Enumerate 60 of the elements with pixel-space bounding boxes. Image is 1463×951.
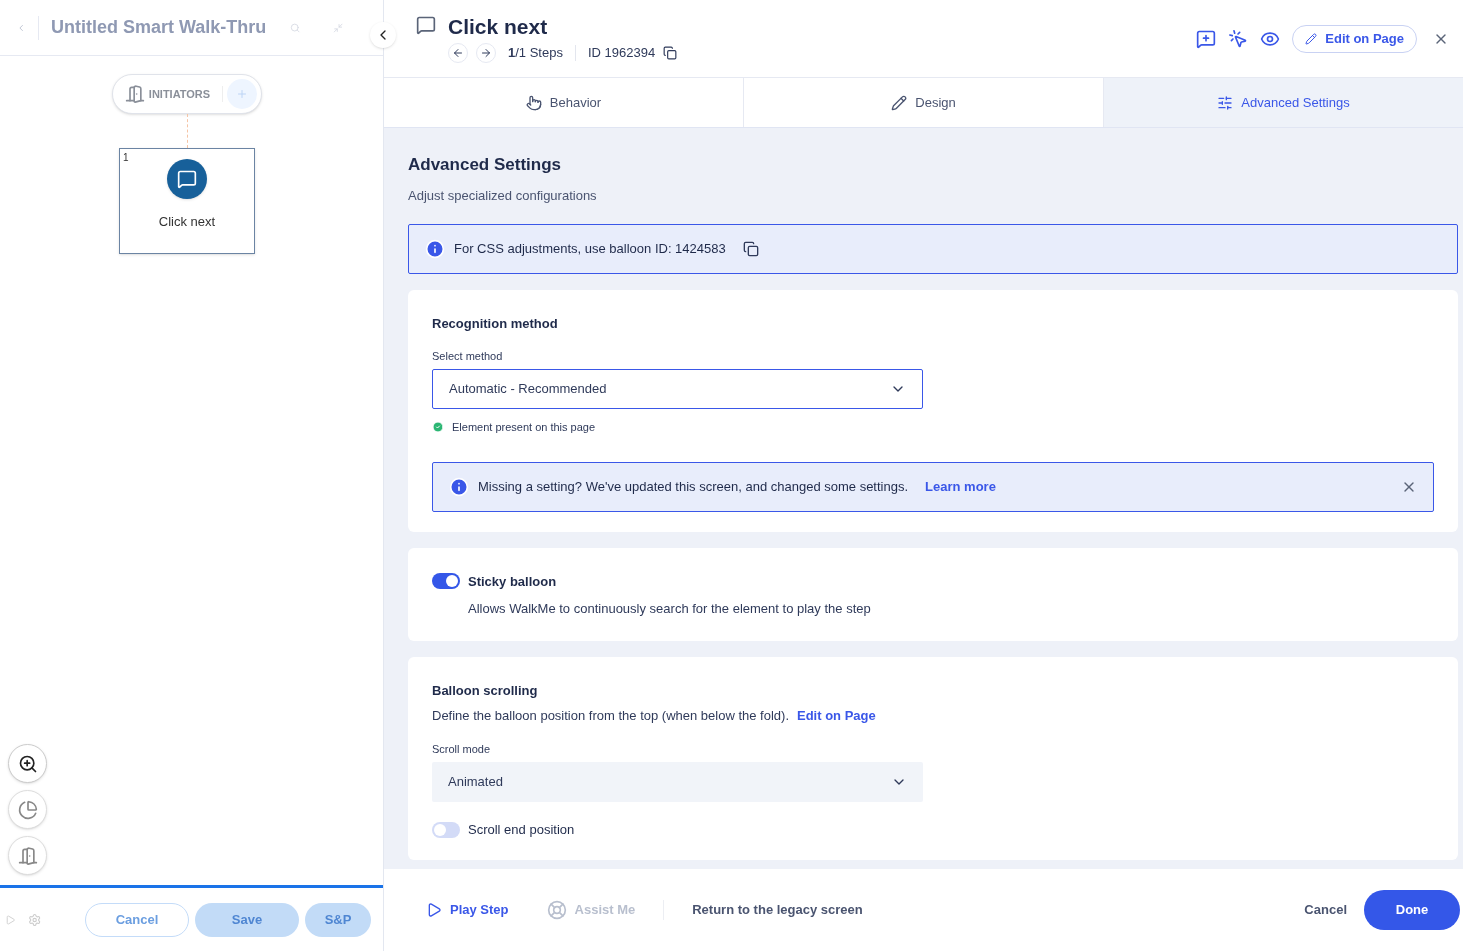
pie-chart-button[interactable] bbox=[8, 790, 47, 829]
scroll-mode-dropdown[interactable]: Animated bbox=[432, 762, 923, 802]
door-button[interactable] bbox=[8, 836, 47, 875]
initiators-pill[interactable]: INITIATORS bbox=[111, 74, 263, 114]
section-title: Advanced Settings bbox=[408, 154, 563, 176]
balloon-step-icon bbox=[167, 159, 207, 199]
section-subtitle: Adjust specialized configurations bbox=[408, 186, 598, 205]
status-text: Element present on this page bbox=[452, 420, 596, 435]
pie-chart-icon bbox=[17, 799, 38, 820]
legacy-screen-link[interactable]: Return to the legacy screen bbox=[692, 900, 863, 920]
door-icon bbox=[124, 84, 145, 104]
learn-more-link[interactable]: Learn more bbox=[925, 476, 996, 497]
step-id: ID 1962394 bbox=[587, 43, 656, 62]
door-icon bbox=[17, 845, 38, 866]
balloon-icon bbox=[416, 15, 436, 35]
pointer-icon[interactable] bbox=[1228, 28, 1249, 49]
check-icon bbox=[432, 421, 444, 434]
info-icon bbox=[449, 476, 469, 497]
step-title: Click next bbox=[448, 14, 549, 41]
toggle-switch[interactable] bbox=[432, 821, 460, 838]
step-node[interactable]: 1 Click next bbox=[119, 148, 255, 254]
toggle-label: Scroll end position bbox=[468, 821, 575, 839]
plus-icon bbox=[236, 88, 249, 100]
card-title: Recognition method bbox=[432, 315, 559, 333]
walkthru-title: Untitled Smart Walk-Thru bbox=[51, 16, 267, 39]
toggle-switch[interactable] bbox=[432, 573, 460, 590]
step-number: 1 bbox=[123, 151, 129, 165]
play-icon bbox=[426, 902, 442, 918]
behavior-tab-icon bbox=[525, 94, 542, 111]
tab[interactable]: Behavior bbox=[384, 78, 743, 127]
design-tab-icon bbox=[891, 94, 908, 111]
initiators-label: INITIATORS bbox=[148, 85, 224, 103]
cancel-button[interactable]: Cancel bbox=[1304, 900, 1347, 920]
field-label: Scroll mode bbox=[432, 741, 492, 757]
info-icon bbox=[425, 239, 445, 259]
copy-icon[interactable] bbox=[742, 241, 759, 257]
card-description: Define the balloon position from the top (when below the fold). bbox=[432, 707, 789, 725]
arrow-right-icon bbox=[480, 46, 492, 59]
step-label: Click next bbox=[158, 213, 216, 231]
pencil-icon bbox=[1305, 32, 1318, 45]
copy-icon[interactable] bbox=[663, 45, 678, 60]
zoom-in-button[interactable] bbox=[8, 744, 47, 783]
notice-text: Missing a setting? We've updated this screen, and changed some settings. bbox=[478, 477, 909, 496]
panel-toggle-button[interactable] bbox=[370, 22, 396, 48]
edit-on-page-link[interactable]: Edit on Page bbox=[797, 706, 876, 726]
add-balloon-icon[interactable] bbox=[1196, 28, 1217, 49]
play-step-button[interactable]: Play Step bbox=[426, 900, 509, 920]
advanced-tab-icon bbox=[1217, 94, 1234, 111]
toggle-label: Sticky balloon bbox=[468, 572, 557, 591]
lifebuoy-icon bbox=[546, 900, 567, 920]
css-note: For CSS adjustments, use balloon ID: 1424583 bbox=[454, 240, 726, 259]
method-dropdown[interactable]: Automatic - Recommended bbox=[432, 369, 923, 409]
card-title: Balloon scrolling bbox=[432, 681, 539, 700]
done-button[interactable]: Done bbox=[1364, 890, 1460, 930]
step-count: 1/1 Steps bbox=[508, 43, 563, 62]
toggle-description: Allows WalkMe to continuously search for the element to play the step bbox=[468, 600, 872, 618]
zoom-in-icon bbox=[17, 753, 38, 774]
field-label: Select method bbox=[432, 348, 504, 364]
tab[interactable]: Advanced Settings bbox=[1103, 78, 1463, 127]
arrow-left-icon bbox=[452, 46, 464, 59]
